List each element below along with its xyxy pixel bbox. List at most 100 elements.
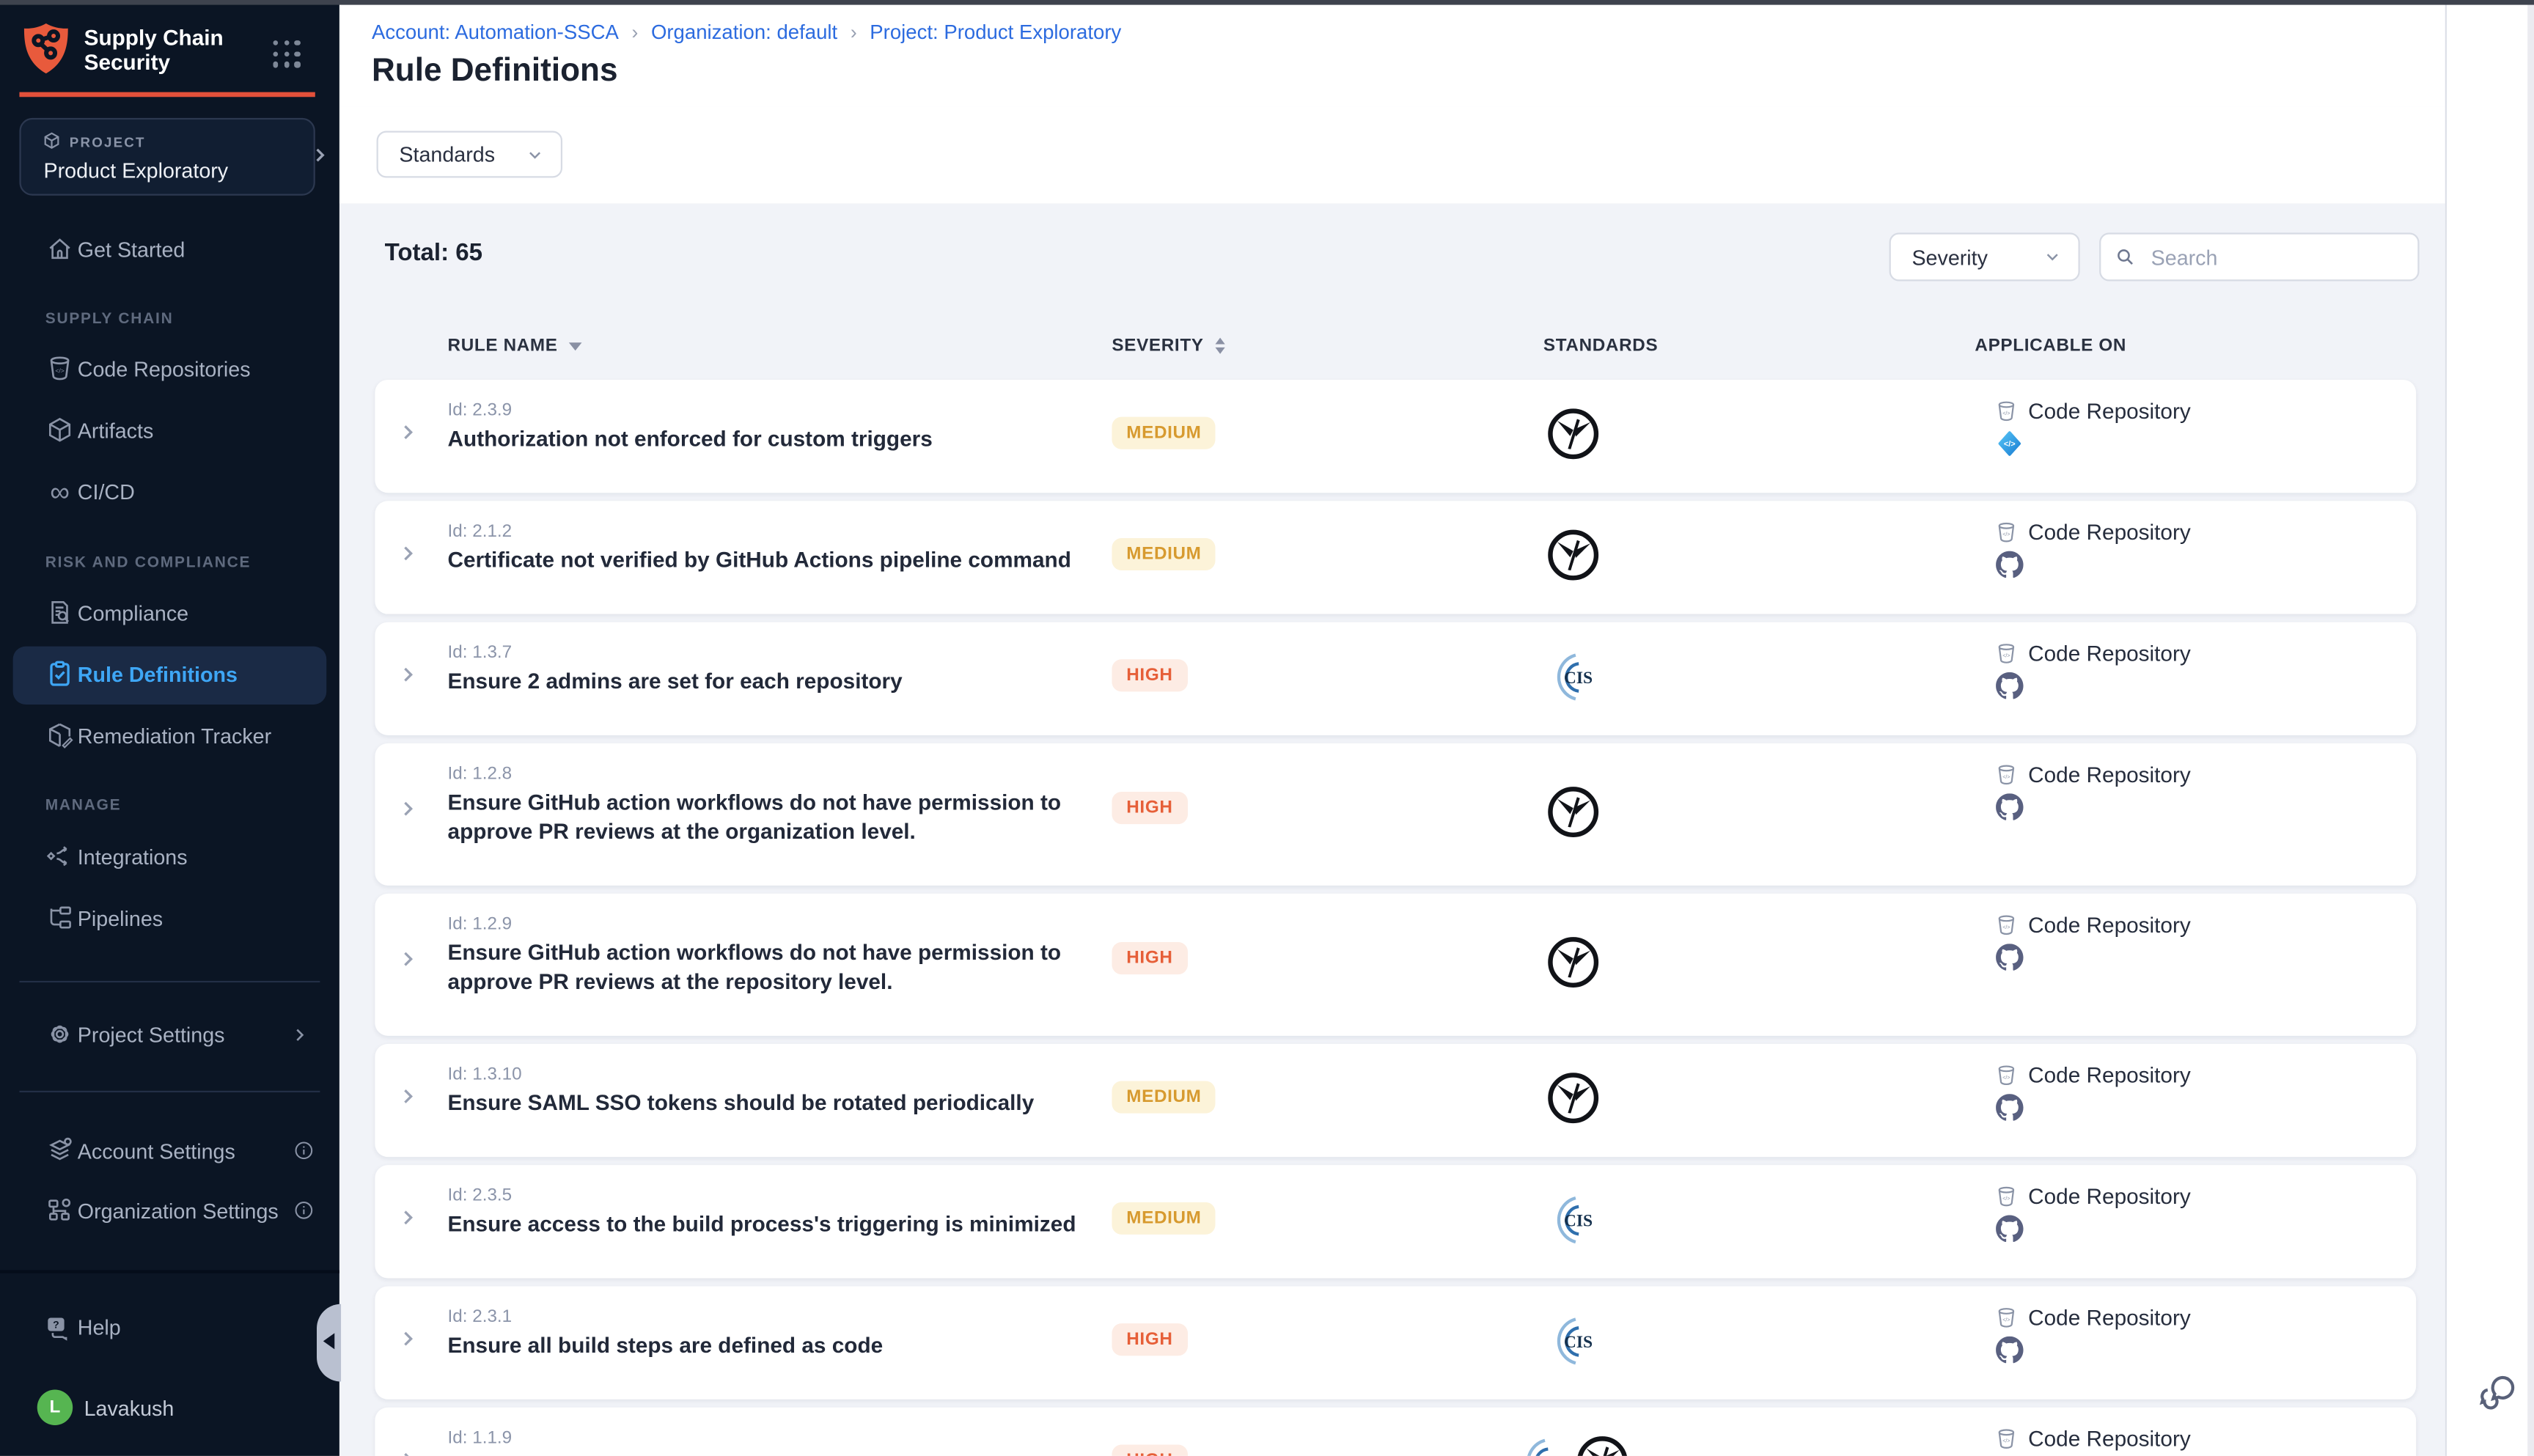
sidebar-item-pipelines[interactable]: Pipelines <box>0 890 339 945</box>
user-name[interactable]: Lavakush <box>84 1396 175 1420</box>
filter-bar: Standards <box>339 106 2534 205</box>
sidebar-item-get-started[interactable]: Get Started <box>0 221 339 276</box>
severity-cell: MEDIUM <box>1112 501 1389 614</box>
table-row[interactable]: Id: 1.3.10 Ensure SAML SSO tokens should… <box>375 1044 2416 1157</box>
row-expand-chevron-icon[interactable] <box>375 1165 447 1278</box>
owasp-standard-icon <box>1546 935 1599 989</box>
row-expand-chevron-icon[interactable] <box>375 380 447 493</box>
github-icon <box>1996 944 2023 971</box>
sidebar-item-project-settings[interactable]: Project Settings <box>0 1007 339 1062</box>
applicable-on-label: Code Repository <box>2028 1063 2191 1087</box>
project-name: Product Exploratory <box>44 158 229 183</box>
project-selector[interactable]: PROJECT Product Exploratory <box>19 118 315 196</box>
sidebar-item-help[interactable]: ? Help <box>0 1299 339 1354</box>
svg-text:</>: </> <box>2002 774 2010 780</box>
sidebar-item-ci-cd[interactable]: ∞CI/CD <box>0 464 339 519</box>
nine-dot-grid-icon[interactable] <box>273 40 300 67</box>
applicable-on-label: Code Repository <box>2028 1306 2191 1330</box>
owasp-standard-icon <box>1576 1435 1629 1456</box>
row-expand-chevron-icon[interactable] <box>375 622 447 735</box>
info-icon <box>293 1139 315 1162</box>
severity-cell: HIGH <box>1112 622 1389 735</box>
table-row[interactable]: Id: 1.2.8 Ensure GitHub action workflows… <box>375 743 2416 886</box>
applicable-on-label: Code Repository <box>2028 913 2191 937</box>
table-row[interactable]: Id: 2.1.2 Certificate not verified by Gi… <box>375 501 2416 614</box>
sidebar-item-rule-definitions[interactable]: Rule Definitions <box>0 647 339 702</box>
code-repository-icon: </> <box>1994 1185 2019 1209</box>
applicable-on-cell: </> Code Repository <box>1755 622 2416 735</box>
window-top-edge <box>0 0 2534 5</box>
github-icon <box>1996 1215 2023 1242</box>
table-row[interactable]: Id: 2.3.5 Ensure access to the build pro… <box>375 1165 2416 1278</box>
table-row[interactable]: Id: 2.3.9 Authorization not enforced for… <box>375 380 2416 493</box>
row-expand-chevron-icon[interactable] <box>375 743 447 886</box>
row-expand-chevron-icon[interactable] <box>375 501 447 614</box>
sidebar-item-organization-settings[interactable]: Organization Settings <box>0 1183 339 1238</box>
search-input[interactable] <box>2148 243 2396 271</box>
column-header-severity[interactable]: SEVERITY <box>1112 336 1224 355</box>
breadcrumb-link[interactable]: Organization: default <box>651 21 837 44</box>
sidebar-divider <box>19 1091 320 1092</box>
severity-cell: MEDIUM <box>1112 380 1389 493</box>
owasp-standard-icon <box>1546 785 1599 839</box>
sidebar-item-account-settings[interactable]: Account Settings <box>0 1123 339 1178</box>
sidebar-item-label: Organization Settings <box>78 1198 279 1222</box>
github-icon <box>1996 551 2023 578</box>
rule-name: Ensure access to the build process's tri… <box>448 1210 1088 1240</box>
table-row[interactable]: Id: 1.2.9 Ensure GitHub action workflows… <box>375 894 2416 1036</box>
svg-text:</>: </> <box>2002 532 2010 537</box>
severity-cell: MEDIUM <box>1112 1044 1389 1157</box>
rule-name: Ensure 2 admins are set for each reposit… <box>448 667 1088 696</box>
column-header-applicable-on: APPLICABLE ON <box>1975 336 2126 355</box>
row-expand-chevron-icon[interactable] <box>375 1044 447 1157</box>
sidebar-item-compliance[interactable]: Compliance <box>0 585 339 640</box>
table-row[interactable]: Id: 1.3.7 Ensure 2 admins are set for ea… <box>375 622 2416 735</box>
rule-id: Id: 2.3.9 <box>448 401 1112 420</box>
sort-both-icon <box>1215 338 1224 354</box>
svg-text:CIS: CIS <box>1563 1333 1592 1352</box>
sidebar-item-label: Integrations <box>78 845 188 869</box>
search-box[interactable] <box>2099 232 2419 281</box>
github-icon <box>1996 793 2023 820</box>
applicable-on-label: Code Repository <box>2028 521 2191 545</box>
info-icon <box>293 1199 315 1221</box>
severity-filter-dropdown[interactable]: Severity <box>1890 232 2080 281</box>
project-label: PROJECT <box>70 134 146 150</box>
table-row[interactable]: Id: 2.3.1 Ensure all build steps are def… <box>375 1286 2416 1399</box>
sidebar-divider <box>19 981 320 982</box>
applicable-on-label: Code Repository <box>2028 399 2191 423</box>
avatar[interactable]: L <box>37 1390 73 1425</box>
breadcrumb-link[interactable]: Project: Product Exploratory <box>870 21 1121 44</box>
column-header-rule-name[interactable]: RULE NAME <box>448 336 582 355</box>
chat-support-icon[interactable] <box>2476 1369 2522 1414</box>
row-expand-chevron-icon[interactable] <box>375 894 447 1036</box>
rule-name: Ensure all build steps are defined as co… <box>448 1331 1088 1361</box>
svg-text:CIS: CIS <box>1563 669 1592 688</box>
svg-text:</>: </> <box>2002 653 2010 659</box>
table-row[interactable]: Id: 1.1.9 HIGH CIS </> Code Repository <box>375 1408 2416 1456</box>
sidebar-item-integrations[interactable]: Integrations <box>0 829 339 884</box>
standards-filter-dropdown[interactable]: Standards <box>377 131 562 178</box>
cis-standard-icon: CIS <box>1546 650 1599 703</box>
applicable-on-cell: </> Code Repository <box>1755 894 2416 1036</box>
applicable-on-label: Code Repository <box>2028 641 2191 666</box>
gear-icon <box>45 1020 75 1049</box>
owasp-standard-icon <box>1546 407 1599 460</box>
layers-icon <box>45 1136 75 1165</box>
cube-icon <box>45 415 75 444</box>
severity-cell: HIGH <box>1112 743 1389 886</box>
row-expand-chevron-icon[interactable] <box>375 1286 447 1399</box>
row-expand-chevron-icon[interactable] <box>375 1408 447 1456</box>
rule-id: Id: 2.1.2 <box>448 522 1112 541</box>
scrollbar-track[interactable] <box>2527 0 2534 1456</box>
sidebar-item-remediation-tracker[interactable]: Remediation Tracker <box>0 707 339 762</box>
search-icon <box>2114 246 2137 268</box>
rule-id: Id: 1.3.7 <box>448 643 1112 662</box>
rule-id: Id: 2.3.1 <box>448 1307 1112 1326</box>
svg-text:CIS: CIS <box>1533 1454 1562 1456</box>
breadcrumb-link[interactable]: Account: Automation-SSCA <box>372 21 619 44</box>
sidebar-item-code-repositories[interactable]: </>Code Repositories <box>0 341 339 396</box>
sidebar-collapse-handle[interactable] <box>317 1304 341 1382</box>
sidebar-item-artifacts[interactable]: Artifacts <box>0 402 339 457</box>
code-repository-icon: </> <box>1994 762 2019 787</box>
